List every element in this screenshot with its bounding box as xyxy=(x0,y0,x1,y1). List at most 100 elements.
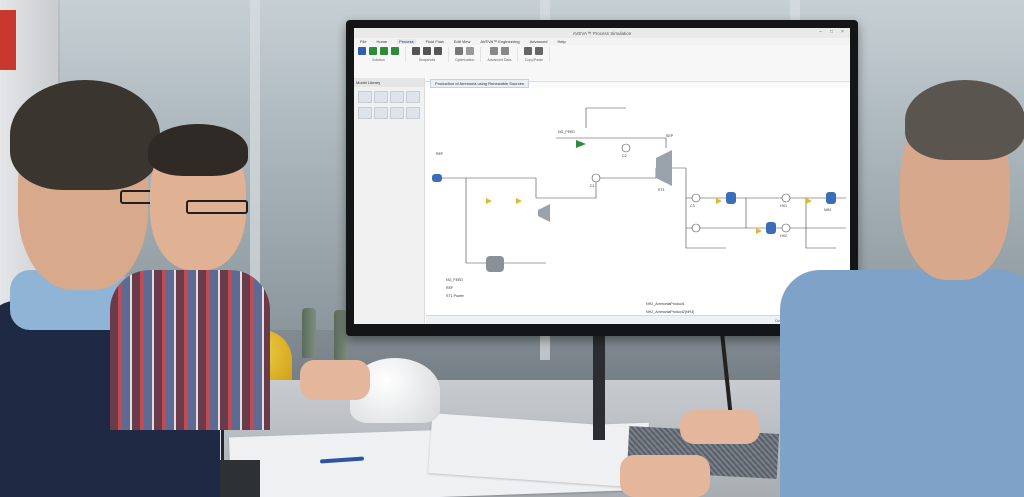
reactor-icon xyxy=(486,256,504,272)
stream-label: SEP xyxy=(666,134,674,138)
heat-exchanger-icon xyxy=(781,223,791,233)
ribbon-group-snapshots: Snapshots xyxy=(412,47,449,62)
play-icon[interactable] xyxy=(423,47,431,55)
flowsheet-pipes xyxy=(436,107,846,264)
camera-icon[interactable] xyxy=(434,47,442,55)
minimize-icon[interactable]: – xyxy=(819,30,824,35)
stream-label: ST1 xyxy=(658,188,665,192)
stream-label: C3 xyxy=(690,204,695,208)
model-library-title: Model Library xyxy=(354,78,424,87)
window-controls: – □ × xyxy=(819,30,846,35)
library-item[interactable] xyxy=(406,107,420,119)
check-icon[interactable] xyxy=(391,47,399,55)
gear-icon[interactable] xyxy=(500,47,509,55)
monitor: AVEVA™ Process Simulation – □ × File Hom… xyxy=(346,20,858,336)
menu-file[interactable]: File xyxy=(360,39,366,44)
stream-label: NH2 xyxy=(824,208,832,212)
ribbon-group-copy-paste: Copy/Paste xyxy=(524,47,551,62)
stream-line xyxy=(585,107,626,128)
stream-line xyxy=(805,198,836,249)
undo-icon[interactable] xyxy=(524,47,533,55)
heat-exchanger-icon xyxy=(591,173,601,183)
summary-row: ST1.Power xyxy=(446,294,464,298)
gear-icon[interactable] xyxy=(489,47,498,55)
mode-icon[interactable] xyxy=(358,47,366,55)
stream-label: NG_FEED xyxy=(558,130,575,134)
title-bar: AVEVA™ Process Simulation – □ × xyxy=(354,28,850,38)
menu-advanced[interactable]: Advanced xyxy=(530,39,548,44)
red-sign xyxy=(0,10,16,70)
person-body xyxy=(110,270,270,430)
person-hair xyxy=(148,124,248,176)
stream-line xyxy=(685,168,726,249)
ribbon-group-label: Advanced Data xyxy=(487,58,512,62)
compressor-icon xyxy=(538,204,550,222)
menu-home[interactable]: Home xyxy=(376,39,387,44)
document-tab[interactable]: Production of Ammonia using Renewable So… xyxy=(430,79,529,88)
stream-label: HX1 xyxy=(780,204,787,208)
person-hair xyxy=(10,80,160,190)
camera-icon[interactable] xyxy=(412,47,420,55)
redo-icon[interactable] xyxy=(535,47,544,55)
library-item[interactable] xyxy=(374,107,388,119)
person-hand xyxy=(680,410,760,444)
valve-icon xyxy=(806,198,812,204)
menu-engineering[interactable]: AVEVA™ Engineering xyxy=(480,39,519,44)
ribbon-group-solution: Solution xyxy=(358,47,406,62)
ribbon: Solution Snapshots Optimization Advanced… xyxy=(354,45,850,82)
person-body xyxy=(780,270,1024,497)
gas-bottle xyxy=(302,308,316,358)
maximize-icon[interactable]: □ xyxy=(830,30,835,35)
vessel-icon xyxy=(726,192,736,204)
arrow-icon xyxy=(576,140,586,148)
library-item[interactable] xyxy=(390,107,404,119)
stream-label: C2 xyxy=(622,154,627,158)
compressor-icon xyxy=(656,150,672,186)
ribbon-group-label: Solution xyxy=(372,58,385,62)
stream-line xyxy=(556,137,667,148)
ribbon-group-label: Copy/Paste xyxy=(524,58,543,62)
check-icon[interactable] xyxy=(369,47,377,55)
monitor-stand xyxy=(593,330,605,440)
stream-line xyxy=(465,178,486,264)
stream-label: HX2 xyxy=(780,234,787,238)
stream-line xyxy=(436,177,537,198)
ribbon-group-advanced-data: Advanced Data xyxy=(487,47,519,62)
monitor-screen: AVEVA™ Process Simulation – □ × File Hom… xyxy=(354,28,850,324)
menu-bar: File Home Process Fluid Flow Edit View A… xyxy=(354,38,850,45)
ribbon-group-label: Snapshots xyxy=(418,58,436,62)
model-library-panel: Model Library xyxy=(354,78,425,324)
library-item[interactable] xyxy=(374,91,388,103)
stream-label: REF xyxy=(436,152,444,156)
valve-icon xyxy=(756,228,762,234)
valve-icon xyxy=(486,198,492,204)
glasses xyxy=(186,200,248,214)
menu-help[interactable]: Help xyxy=(557,39,565,44)
menu-process[interactable]: Process xyxy=(397,39,416,44)
heat-exchanger-icon xyxy=(781,193,791,203)
person-hair xyxy=(905,80,1024,160)
ribbon-group-label: Optimization xyxy=(455,58,475,62)
gear-icon[interactable] xyxy=(466,47,475,55)
menu-fluid-flow[interactable]: Fluid Flow xyxy=(426,39,444,44)
summary-row: REF xyxy=(446,286,454,290)
menu-edit-view[interactable]: Edit View xyxy=(454,39,471,44)
vessel-icon xyxy=(826,192,836,204)
close-icon[interactable]: × xyxy=(841,30,846,35)
office-scene: AVEVA™ Process Simulation – □ × File Hom… xyxy=(0,0,1024,497)
library-item[interactable] xyxy=(406,91,420,103)
summary-row: NG_FEED xyxy=(446,278,463,282)
heat-exchanger-icon xyxy=(621,143,631,153)
library-item[interactable] xyxy=(390,91,404,103)
check-icon[interactable] xyxy=(380,47,388,55)
summary-row: NH2_AmmoniaProduct1 xyxy=(646,302,685,306)
valve-icon xyxy=(516,198,522,204)
gear-icon[interactable] xyxy=(455,47,464,55)
vessel-icon xyxy=(432,174,442,182)
valve-icon xyxy=(716,198,722,204)
person-hand xyxy=(620,455,710,497)
library-item[interactable] xyxy=(358,91,372,103)
library-item[interactable] xyxy=(358,107,372,119)
summary-row: NH2_AmmoniaProduct2(NH3) xyxy=(646,310,695,314)
flowsheet-equipment xyxy=(432,140,836,272)
